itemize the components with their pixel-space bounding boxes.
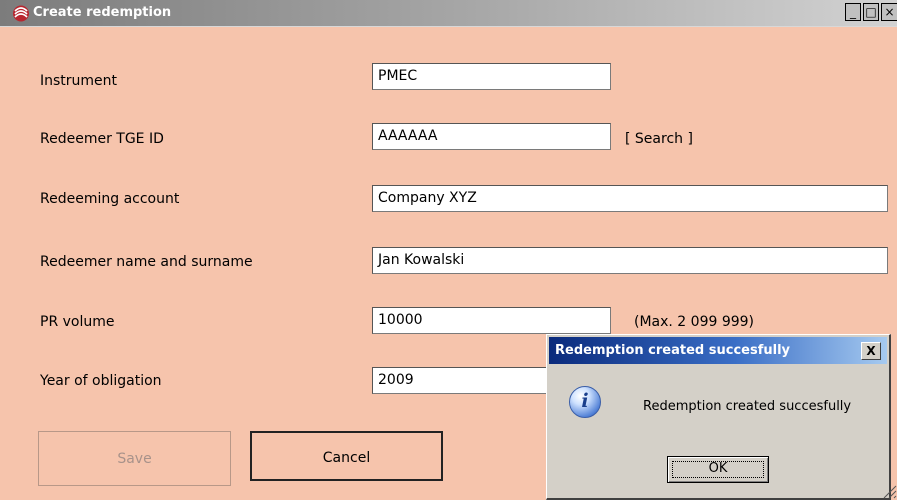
dialog-titlebar[interactable]: Redemption created succesfully X — [549, 337, 887, 364]
save-button[interactable]: Save — [38, 431, 231, 486]
redeemer-name-field[interactable]: Jan Kowalski — [372, 247, 888, 274]
pr-volume-hint: (Max. 2 099 999) — [634, 314, 755, 330]
redeeming-account-field[interactable]: Company XYZ — [372, 185, 888, 212]
app-logo-icon — [13, 5, 29, 22]
pr-volume-field[interactable]: 10000 — [372, 307, 611, 334]
ok-button[interactable]: OK — [667, 456, 769, 483]
dialog-close-button[interactable]: X — [861, 342, 881, 360]
search-link[interactable]: [ Search ] — [625, 131, 693, 147]
redeemer-tge-id-field[interactable]: AAAAAA — [372, 123, 611, 150]
year-of-obligation-label: Year of obligation — [40, 373, 162, 389]
ok-focus-ring — [672, 461, 764, 478]
window-titlebar[interactable]: Create redemption _ □ × — [0, 0, 897, 27]
dialog-title: Redemption created succesfully — [555, 343, 791, 358]
success-dialog: Redemption created succesfully X i Redem… — [546, 334, 891, 500]
cancel-button[interactable]: Cancel — [250, 431, 443, 481]
dialog-message: Redemption created succesfully — [643, 399, 852, 414]
instrument-field[interactable]: PMEC — [372, 63, 611, 90]
redeemer-name-label: Redeemer name and surname — [40, 254, 253, 270]
redeemer-tge-id-label: Redeemer TGE ID — [40, 131, 164, 147]
close-button[interactable]: × — [881, 3, 897, 21]
window-title: Create redemption — [33, 5, 172, 20]
minimize-button[interactable]: _ — [845, 3, 861, 21]
pr-volume-label: PR volume — [40, 314, 115, 330]
instrument-label: Instrument — [40, 73, 118, 89]
resize-grip-icon[interactable] — [879, 481, 897, 499]
maximize-button[interactable]: □ — [863, 3, 879, 21]
info-icon: i — [569, 386, 601, 418]
redeeming-account-label: Redeeming account — [40, 191, 180, 207]
